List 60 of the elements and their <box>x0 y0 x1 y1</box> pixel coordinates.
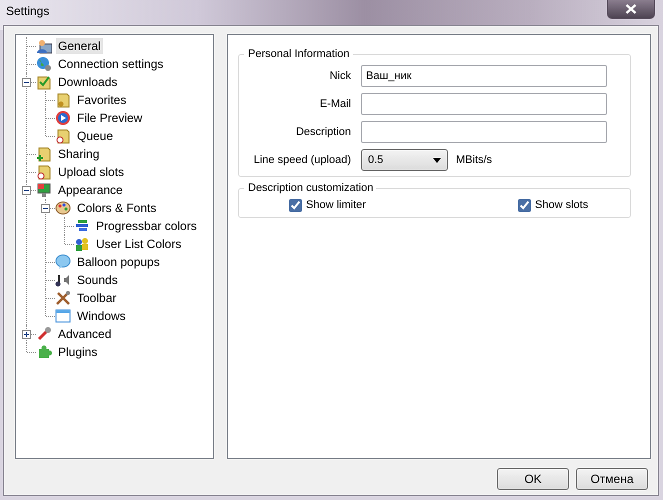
close-icon <box>625 4 637 14</box>
checkbox[interactable] <box>518 198 531 212</box>
people-icon <box>74 236 90 252</box>
tree-item[interactable]: Queue <box>75 128 116 144</box>
window-icon <box>55 308 71 324</box>
checkbox-label: Show limiter <box>306 198 366 213</box>
input-field[interactable]: Ваш_ник <box>361 65 607 87</box>
wrench-icon <box>36 326 52 342</box>
tree-item[interactable]: Advanced <box>56 326 114 342</box>
tree-item[interactable]: Plugins <box>56 344 100 360</box>
expand-toggle[interactable] <box>22 186 31 195</box>
dialog-button[interactable]: Отмена <box>576 468 648 490</box>
tree-item[interactable]: Toolbar <box>75 290 118 306</box>
folder-icon <box>55 128 71 144</box>
field-label: Nick <box>328 68 352 84</box>
group-title: Description customization <box>244 181 376 195</box>
folder-icon <box>55 92 71 108</box>
tree-item[interactable]: File Preview <box>75 110 144 126</box>
field-label: Line speed (upload) <box>252 152 352 168</box>
input-field[interactable] <box>361 93 607 115</box>
globe-icon <box>36 56 52 72</box>
speed-dropdown[interactable]: 0.5 <box>361 149 448 171</box>
tree-item[interactable]: Balloon popups <box>75 254 162 270</box>
tree-item[interactable]: Upload slots <box>56 164 126 180</box>
expand-toggle[interactable] <box>41 204 50 213</box>
balloon-icon <box>55 254 71 270</box>
tree-item[interactable]: User List Colors <box>94 236 184 252</box>
caret-icon <box>433 158 441 162</box>
speaker-icon <box>55 272 71 288</box>
palette-icon <box>55 200 71 216</box>
tools-icon <box>55 290 71 306</box>
dialog-button[interactable]: OK <box>497 468 569 490</box>
checkbox[interactable] <box>289 198 302 212</box>
window-title: Settings <box>6 3 50 20</box>
folder-icon <box>36 164 52 180</box>
person-icon <box>36 38 52 54</box>
monitor-icon <box>36 182 52 198</box>
expand-toggle[interactable] <box>22 330 31 339</box>
tree-item[interactable]: Colors & Fonts <box>75 200 158 216</box>
tree-item[interactable]: Favorites <box>75 92 128 108</box>
tree-item[interactable]: Connection settings <box>56 56 166 72</box>
tree-item[interactable]: Sounds <box>75 272 120 288</box>
field-label: Description <box>294 124 352 140</box>
tree-item[interactable]: Progressbar colors <box>94 218 199 234</box>
checkbox-label: Show slots <box>535 198 588 213</box>
folder-icon <box>36 146 52 162</box>
tree-item[interactable]: Appearance <box>56 182 125 198</box>
close-button[interactable] <box>607 0 655 19</box>
bars-icon <box>74 218 90 234</box>
play-icon <box>55 110 71 126</box>
unit-label: MBits/s <box>456 152 492 168</box>
folder-icon <box>36 74 52 90</box>
input-field[interactable] <box>361 121 607 143</box>
tree-item[interactable]: Sharing <box>56 146 102 162</box>
tree-item[interactable]: Downloads <box>56 74 120 90</box>
tree-item[interactable]: Windows <box>75 308 128 324</box>
puzzle-icon <box>36 344 52 360</box>
expand-toggle[interactable] <box>22 78 31 87</box>
field-label: E-Mail <box>318 96 352 112</box>
tree-item[interactable]: General <box>56 38 103 54</box>
